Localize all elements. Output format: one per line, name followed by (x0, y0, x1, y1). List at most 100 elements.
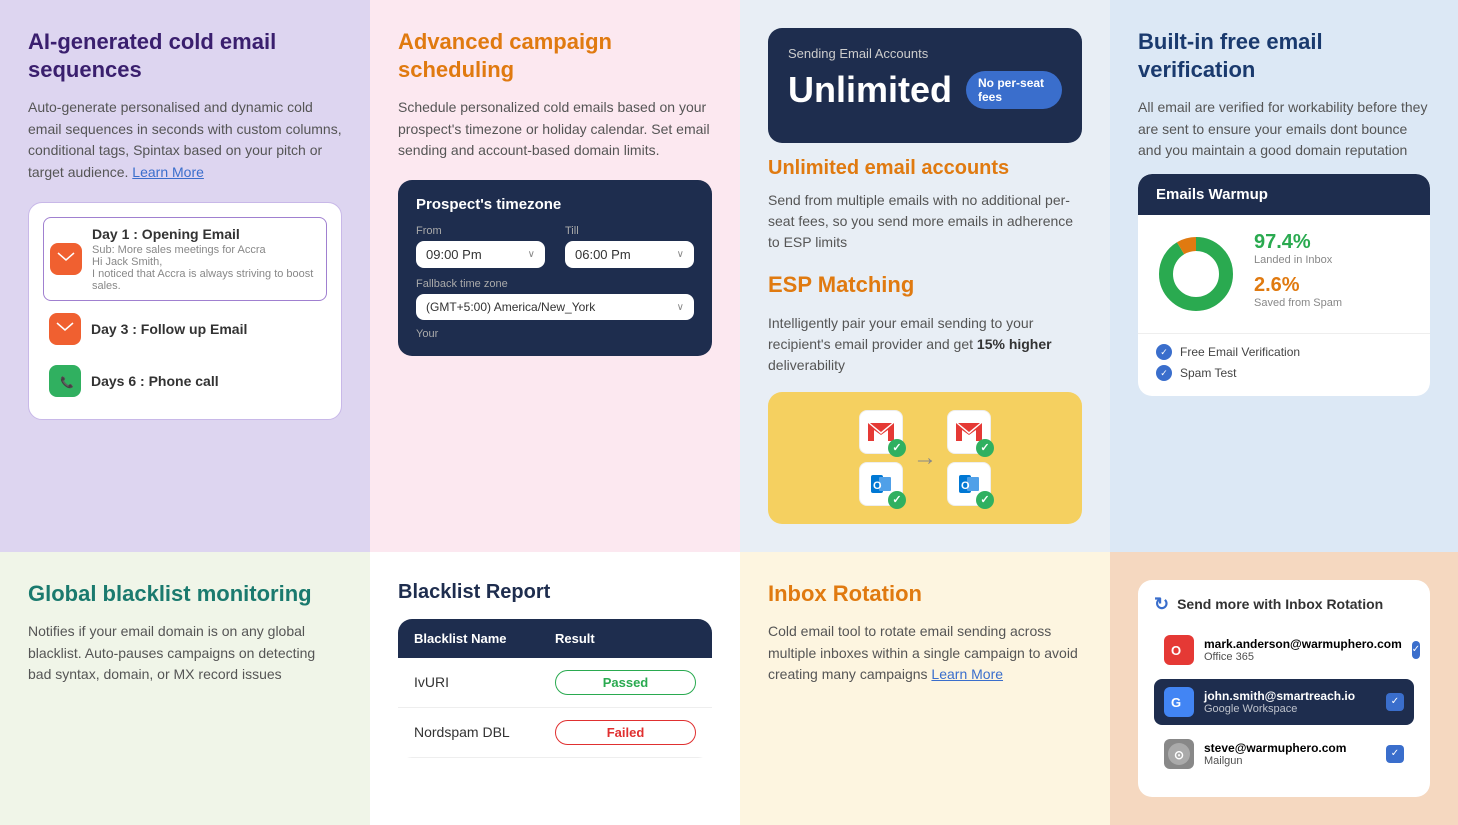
bl-result-1: Failed (555, 720, 696, 745)
chevron-down-icon: ∨ (677, 302, 684, 313)
email-accounts-subsection: Sending Email Accounts Unlimited No per-… (740, 0, 1110, 271)
warmup-header: Emails Warmup (1138, 174, 1430, 215)
account-provider-1: Google Workspace (1204, 703, 1376, 715)
ai-sequences-title: AI-generated cold email sequences (28, 28, 342, 83)
svg-text:O: O (1171, 643, 1181, 658)
account-provider-0: Office 365 (1204, 651, 1402, 663)
check-icon: ✓ (976, 439, 994, 457)
unlimited-accounts-title: Unlimited email accounts (768, 157, 1082, 180)
warmup-card: Emails Warmup 97.4% Landed in Inbox 2.6%… (1138, 174, 1430, 396)
tz-from-select[interactable]: 09:00 Pm ∨ (416, 241, 545, 268)
blacklist-report-table: Blacklist Name Result IvURI Passed Nords… (398, 619, 712, 758)
ea-header: Sending Email Accounts (788, 46, 1062, 61)
outlook-provider-icon: O (1164, 635, 1194, 665)
gmail-icon-left: ✓ (859, 410, 903, 454)
outlook-icon-right: O ✓ (947, 462, 991, 506)
outlook-icon-left: O ✓ (859, 462, 903, 506)
inbox-rotation-visual-section: ↻ Send more with Inbox Rotation O mark.a… (1110, 552, 1458, 825)
ir-visual-title: Send more with Inbox Rotation (1177, 596, 1383, 612)
check-icon: ✓ (888, 439, 906, 457)
timezone-card: Prospect's timezone From 09:00 Pm ∨ Till… (398, 180, 712, 356)
check-dot-icon: ✓ (1156, 365, 1172, 381)
inbox-rotation-section: Inbox Rotation Cold email tool to rotate… (740, 552, 1110, 825)
bl-name-1: Nordspam DBL (414, 724, 555, 740)
esp-matching-subsection: ESP Matching Intelligently pair your ema… (740, 271, 1110, 552)
spam-pct: 2.6% (1254, 274, 1412, 297)
ai-sequences-section: AI-generated cold email sequences Auto-g… (0, 0, 370, 552)
spam-label: Saved from Spam (1254, 297, 1412, 309)
svg-text:O: O (961, 480, 970, 492)
account-check-1: ✓ (1386, 693, 1404, 711)
svg-text:⊙: ⊙ (1174, 748, 1184, 762)
check-dot-icon: ✓ (1156, 344, 1172, 360)
account-check-0: ✓ (1412, 641, 1420, 659)
gmail-icon-right: ✓ (947, 410, 991, 454)
inbox-label: Landed in Inbox (1254, 254, 1412, 266)
google-provider-icon: G (1164, 687, 1194, 717)
table-row: IvURI Passed (398, 658, 712, 708)
svg-text:G: G (1171, 695, 1181, 710)
scheduling-section: Advanced campaign scheduling Schedule pe… (370, 0, 740, 552)
ai-sequences-desc: Auto-generate personalised and dynamic c… (28, 97, 342, 184)
blacklist-title: Global blacklist monitoring (28, 580, 342, 608)
tz-fallback-label: Fallback time zone (416, 278, 694, 290)
tz-fallback-select[interactable]: (GMT+5:00) America/New_York ∨ (416, 294, 694, 320)
verification-title: Built-in free email verification (1138, 28, 1430, 83)
seq-item-day6[interactable]: 📞 Days 6 : Phone call (43, 357, 327, 405)
account-email-2: steve@warmuphero.com (1204, 741, 1376, 755)
tz-your-label: Your (416, 328, 694, 340)
chevron-down-icon: ∨ (528, 249, 535, 260)
svg-text:📞: 📞 (60, 375, 74, 389)
esp-visual: ✓ O ✓ → ✓ O ✓ (768, 392, 1082, 524)
ea-unlimited: Unlimited (788, 69, 952, 111)
list-item[interactable]: ⊙ steve@warmuphero.com Mailgun ✓ (1154, 731, 1414, 777)
learn-more-rotation-link[interactable]: Learn More (931, 666, 1003, 682)
blacklist-report-section: Blacklist Report Blacklist Name Result I… (370, 552, 740, 825)
inbox-pct: 97.4% (1254, 231, 1412, 254)
tz-till-field: Till 06:00 Pm ∨ (565, 225, 694, 268)
svg-text:O: O (873, 480, 882, 492)
inbox-rotation-title: Inbox Rotation (768, 580, 1082, 608)
rotation-icon: ↻ (1154, 594, 1169, 615)
scheduling-title: Advanced campaign scheduling (398, 28, 712, 83)
inbox-rotation-visual-card: ↻ Send more with Inbox Rotation O mark.a… (1138, 580, 1430, 797)
mailgun-provider-icon: ⊙ (1164, 739, 1194, 769)
esp-section: Sending Email Accounts Unlimited No per-… (740, 0, 1110, 552)
list-item[interactable]: G john.smith@smartreach.io Google Worksp… (1154, 679, 1414, 725)
verification-section: Built-in free email verification All ema… (1110, 0, 1458, 552)
check-icon: ✓ (976, 491, 994, 509)
tz-till-select[interactable]: 06:00 Pm ∨ (565, 241, 694, 268)
seq-item-day3[interactable]: Day 3 : Follow up Email (43, 305, 327, 353)
donut-chart (1156, 234, 1236, 314)
ea-no-fee-badge: No per-seat fees (966, 71, 1062, 109)
list-item[interactable]: O mark.anderson@warmuphero.com Office 36… (1154, 627, 1414, 673)
check-free-verification: ✓ Free Email Verification (1156, 344, 1412, 360)
scheduling-desc: Schedule personalized cold emails based … (398, 97, 712, 162)
table-row: Nordspam DBL Failed (398, 708, 712, 758)
seq-label-day1: Day 1 : Opening Email (92, 226, 320, 242)
account-provider-2: Mailgun (1204, 755, 1376, 767)
email-icon-day1 (50, 243, 82, 275)
bl-result-0: Passed (555, 670, 696, 695)
bl-report-title: Blacklist Report (398, 580, 712, 605)
sequence-card: Day 1 : Opening Email Sub: More sales me… (28, 202, 342, 420)
learn-more-link[interactable]: Learn More (132, 164, 204, 180)
account-email-1: john.smith@smartreach.io (1204, 689, 1376, 703)
account-email-0: mark.anderson@warmuphero.com (1204, 637, 1402, 651)
account-check-2: ✓ (1386, 745, 1404, 763)
seq-item-day1[interactable]: Day 1 : Opening Email Sub: More sales me… (43, 217, 327, 301)
blacklist-desc: Notifies if your email domain is on any … (28, 621, 342, 686)
check-spam-test: ✓ Spam Test (1156, 365, 1412, 381)
chevron-down-icon: ∨ (677, 249, 684, 260)
tz-from-label: From (416, 225, 545, 237)
seq-sub-day1: Sub: More sales meetings for AccraHi Jac… (92, 244, 320, 292)
tz-till-label: Till (565, 225, 694, 237)
bl-col1-label: Blacklist Name (414, 631, 555, 646)
email-accounts-card: Sending Email Accounts Unlimited No per-… (768, 28, 1082, 143)
seq-label-day6: Days 6 : Phone call (91, 373, 219, 389)
phone-icon-day6: 📞 (49, 365, 81, 397)
seq-label-day3: Day 3 : Follow up Email (91, 321, 247, 337)
inbox-rotation-desc: Cold email tool to rotate email sending … (768, 621, 1082, 686)
email-icon-day3 (49, 313, 81, 345)
bl-name-0: IvURI (414, 674, 555, 690)
